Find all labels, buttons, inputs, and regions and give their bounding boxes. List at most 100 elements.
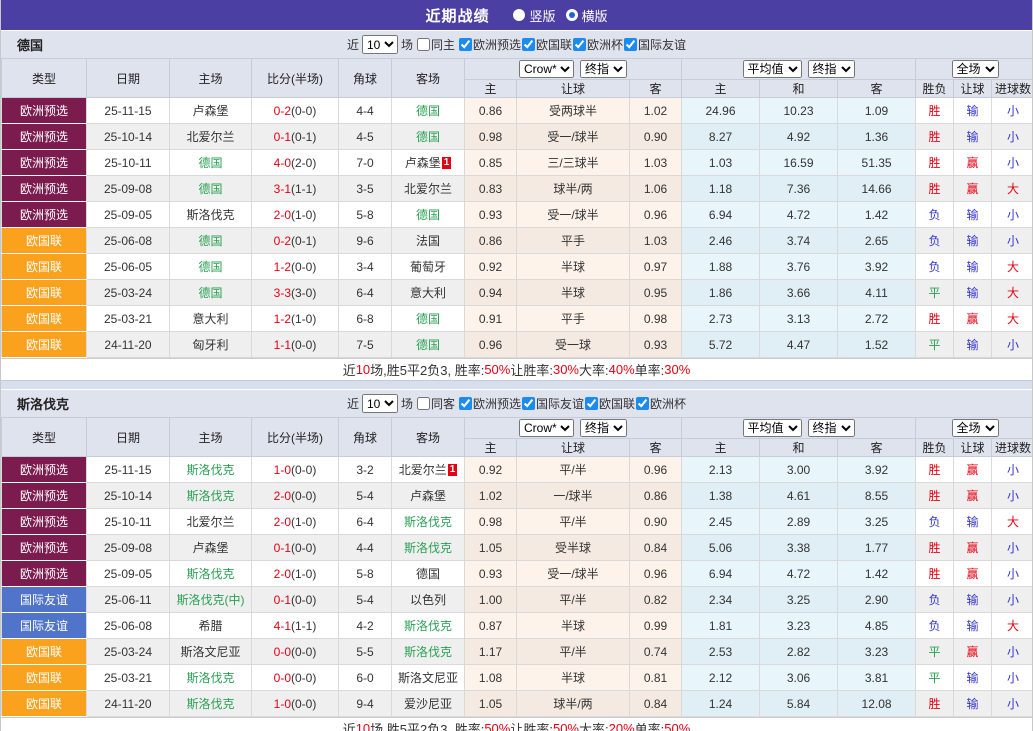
corner-score: 3-5 xyxy=(339,176,392,202)
league-checkbox[interactable] xyxy=(522,38,535,51)
result-outcome: 负 xyxy=(916,509,954,535)
match-type-cell: 欧洲预选 xyxy=(2,176,87,202)
average-stage-select[interactable]: 终指 xyxy=(808,60,855,78)
layout-radio-vertical-label: 竖版 xyxy=(529,6,555,25)
league-filter: 欧国联 xyxy=(584,395,635,412)
away-team: 德国 xyxy=(392,306,465,332)
odds-home: 1.05 xyxy=(465,535,517,561)
odds-handicap: 一/球半 xyxy=(517,483,630,509)
away-team-name: 斯洛伐克 xyxy=(404,645,452,659)
avg-away: 1.52 xyxy=(838,332,916,358)
result-outcome: 胜 xyxy=(916,306,954,332)
league-label: 欧国联 xyxy=(536,36,572,53)
odds-handicap: 平手 xyxy=(517,228,630,254)
home-team-name: 北爱尔兰 xyxy=(186,130,234,144)
layout-radio-vertical[interactable]: 竖版 xyxy=(513,6,555,25)
odds-handicap: 受半球 xyxy=(517,535,630,561)
summary-row: 近10场,胜5平2负3, 胜率:50% 让胜率:50% 大率:20% 单率:50… xyxy=(1,717,1032,731)
same-venue-checkbox[interactable] xyxy=(417,397,430,410)
summary-text: 场,胜5平2负3, 胜率: xyxy=(370,360,484,379)
score-cell: 2-0(1-0) xyxy=(252,509,339,535)
league-filter: 国际友谊 xyxy=(623,36,686,53)
home-team: 德国 xyxy=(170,150,252,176)
layout-radio-horizontal-label: 横版 xyxy=(582,6,608,25)
bookmaker-select[interactable]: Crow* xyxy=(519,60,574,78)
odds-handicap: 半球 xyxy=(517,613,630,639)
league-checkbox[interactable] xyxy=(573,38,586,51)
avg-home: 2.12 xyxy=(682,665,760,691)
avg-draw: 4.72 xyxy=(760,561,838,587)
result-handicap: 输 xyxy=(954,124,992,150)
odds-home: 0.86 xyxy=(465,98,517,124)
league-checkbox[interactable] xyxy=(522,397,535,410)
result-outcome: 胜 xyxy=(916,561,954,587)
subcol-avg-away: 客 xyxy=(838,439,916,457)
average-stage-select[interactable]: 终指 xyxy=(808,419,855,437)
league-checkbox[interactable] xyxy=(585,397,598,410)
away-team: 北爱尔兰 xyxy=(392,176,465,202)
avg-home: 5.06 xyxy=(682,535,760,561)
away-team-name: 北爱尔兰 xyxy=(399,463,447,477)
avg-away: 14.66 xyxy=(838,176,916,202)
table-row: 国际友谊 25-06-11 斯洛伐克(中) 0-1(0-0) 5-4 以色列 1… xyxy=(2,587,1033,613)
score-cell: 4-0(2-0) xyxy=(252,150,339,176)
result-outcome: 胜 xyxy=(916,691,954,717)
match-count-select[interactable]: 10 xyxy=(362,35,398,54)
scope-select[interactable]: 全场 xyxy=(952,60,999,78)
result-handicap: 赢 xyxy=(954,457,992,483)
league-filters: 欧洲预选欧国联欧洲杯国际友谊 xyxy=(458,36,686,54)
average-select[interactable]: 平均值 xyxy=(743,419,802,437)
subcol-odds-away: 客 xyxy=(630,439,682,457)
table-row: 欧国联 25-03-24 德国 3-3(3-0) 6-4 意大利 0.94 半球… xyxy=(2,280,1033,306)
league-checkbox[interactable] xyxy=(459,397,472,410)
same-venue-filter: 同主 xyxy=(416,36,455,53)
bookmaker-select[interactable]: Crow* xyxy=(519,419,574,437)
subcol-result-goals: 进球数 xyxy=(992,439,1033,457)
league-checkbox[interactable] xyxy=(624,38,637,51)
score-cell: 0-2(0-0) xyxy=(252,98,339,124)
col-header-corner: 角球 xyxy=(339,418,392,457)
result-outcome: 平 xyxy=(916,280,954,306)
same-venue-checkbox[interactable] xyxy=(417,38,430,51)
league-filter: 欧洲杯 xyxy=(635,395,686,412)
match-type-cell: 欧洲预选 xyxy=(2,124,87,150)
avg-home: 6.94 xyxy=(682,202,760,228)
away-team: 卢森堡1 xyxy=(392,150,465,176)
odds-stage-select[interactable]: 终指 xyxy=(580,419,627,437)
avg-draw: 3.66 xyxy=(760,280,838,306)
odds-away: 0.74 xyxy=(630,639,682,665)
summary-stat-value: 50% xyxy=(484,362,510,377)
away-team-name: 斯洛伐克 xyxy=(404,619,452,633)
average-select[interactable]: 平均值 xyxy=(743,60,802,78)
result-outcome: 负 xyxy=(916,228,954,254)
halftime-score: (1-1) xyxy=(291,619,316,633)
odds-home: 0.98 xyxy=(465,509,517,535)
section-divider xyxy=(1,380,1032,389)
odds-away: 0.86 xyxy=(630,483,682,509)
odds-stage-select[interactable]: 终指 xyxy=(580,60,627,78)
avg-home: 2.45 xyxy=(682,509,760,535)
corner-score: 5-4 xyxy=(339,587,392,613)
score-cell: 3-3(3-0) xyxy=(252,280,339,306)
table-row: 欧洲预选 25-10-14 斯洛伐克 2-0(0-0) 5-4 卢森堡 1.02… xyxy=(2,483,1033,509)
layout-radio-horizontal[interactable]: 横版 xyxy=(566,6,608,25)
score-cell: 3-1(1-1) xyxy=(252,176,339,202)
avg-draw: 7.36 xyxy=(760,176,838,202)
league-checkbox[interactable] xyxy=(459,38,472,51)
result-goals: 小 xyxy=(992,561,1033,587)
match-date: 25-03-21 xyxy=(87,306,170,332)
league-checkbox[interactable] xyxy=(636,397,649,410)
away-team-name: 德国 xyxy=(416,338,440,352)
away-team-name: 意大利 xyxy=(410,286,446,300)
match-count-select[interactable]: 10 xyxy=(362,394,398,413)
subcol-odds-away: 客 xyxy=(630,80,682,98)
result-handicap: 赢 xyxy=(954,639,992,665)
away-team-name: 斯洛伐克 xyxy=(404,515,452,529)
halftime-score: (0-0) xyxy=(291,593,316,607)
away-team: 斯洛伐克 xyxy=(392,639,465,665)
col-header-away: 客场 xyxy=(392,418,465,457)
col-header-home: 主场 xyxy=(170,418,252,457)
score-cell: 0-1(0-0) xyxy=(252,587,339,613)
result-goals: 小 xyxy=(992,98,1033,124)
scope-select[interactable]: 全场 xyxy=(952,419,999,437)
